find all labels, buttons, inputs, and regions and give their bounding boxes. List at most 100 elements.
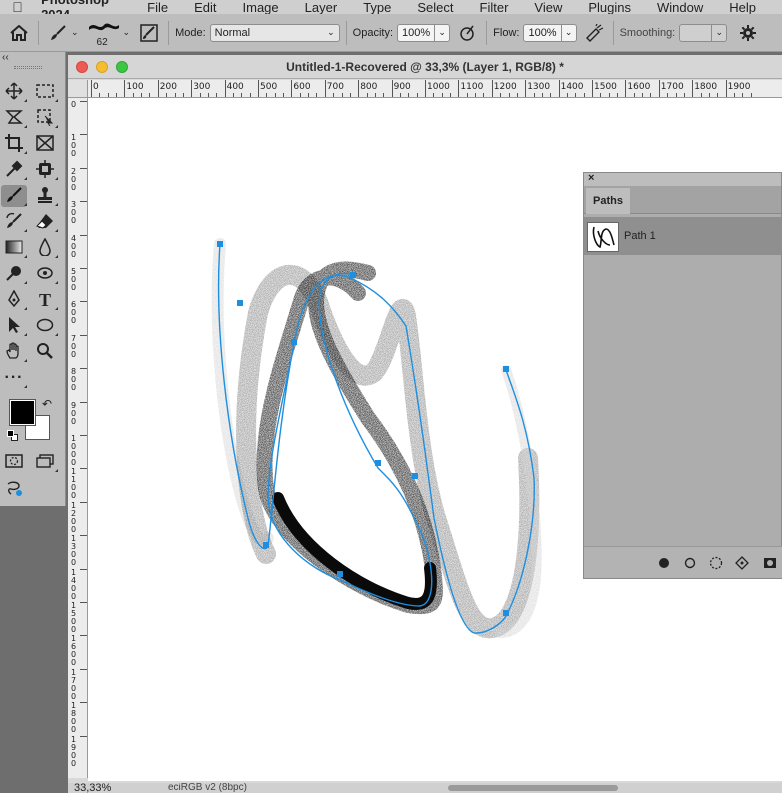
tab-paths[interactable]: Paths: [586, 188, 630, 214]
gear-icon[interactable]: [735, 20, 761, 46]
anchor-point[interactable]: [350, 272, 356, 278]
zoom-level[interactable]: 33,33%: [74, 783, 111, 793]
default-colors-icon[interactable]: [7, 430, 19, 442]
add-mask-icon[interactable]: [762, 555, 778, 571]
panel-grip[interactable]: [14, 66, 42, 69]
brush-tool[interactable]: [1, 185, 27, 207]
load-as-selection-icon[interactable]: [708, 555, 724, 571]
pressure-opacity-icon[interactable]: [454, 20, 480, 46]
chevron-down-icon[interactable]: ⌄: [71, 27, 79, 38]
panel-header[interactable]: ×: [584, 172, 781, 186]
chevron-down-icon[interactable]: ⌄: [562, 27, 576, 38]
frame-tool[interactable]: [32, 133, 58, 155]
marquee-tool[interactable]: [32, 81, 58, 103]
brush-preset-picker[interactable]: 62: [87, 16, 123, 50]
edit-toolbar-button[interactable]: ···: [1, 367, 27, 389]
ruler-tick: [625, 80, 627, 97]
horizontal-scrollbar[interactable]: [448, 785, 618, 791]
shape-tool[interactable]: [32, 315, 58, 337]
chevron-down-icon[interactable]: ⌄: [712, 27, 726, 38]
menu-image[interactable]: Image: [243, 0, 279, 14]
eyedropper-tool[interactable]: [1, 159, 27, 181]
hand-tool[interactable]: [1, 341, 27, 363]
clone-stamp-tool[interactable]: [32, 185, 58, 207]
smudge-tool[interactable]: [32, 263, 58, 285]
collapse-panel-icon[interactable]: ‹‹: [2, 52, 9, 63]
ruler-tick: [358, 80, 360, 97]
menu-view[interactable]: View: [534, 0, 562, 14]
menu-layer[interactable]: Layer: [305, 0, 338, 14]
opacity-value[interactable]: 100%: [398, 24, 436, 41]
smoothing-value[interactable]: [680, 24, 713, 41]
brush-icon[interactable]: [45, 20, 71, 46]
ruler-label: 1400: [71, 567, 77, 601]
chevron-down-icon[interactable]: ⌄: [123, 27, 131, 38]
history-brush-tool[interactable]: [1, 211, 27, 233]
ruler-label: 1500: [594, 82, 617, 92]
gradient-tool[interactable]: [1, 237, 27, 259]
zoom-tool[interactable]: [32, 341, 58, 363]
anchor-point[interactable]: [503, 610, 509, 616]
foreground-color-swatch[interactable]: [9, 399, 36, 426]
menu-edit[interactable]: Edit: [194, 0, 216, 14]
menu-help[interactable]: Help: [729, 0, 756, 14]
close-icon[interactable]: ×: [588, 172, 594, 184]
generative-fill-button[interactable]: [1, 479, 27, 501]
path-selection-tool[interactable]: [1, 315, 27, 337]
pen-tool[interactable]: [1, 288, 27, 311]
ruler-label: 0: [71, 100, 77, 109]
airbrush-icon[interactable]: [581, 20, 607, 46]
menu-window[interactable]: Window: [657, 0, 703, 14]
make-work-path-icon[interactable]: [734, 555, 750, 571]
horizontal-ruler[interactable]: 0 100 200 300 400 500 600 700 800 900 1000 1100 1200…: [88, 80, 782, 98]
anchor-point[interactable]: [263, 542, 269, 548]
fill-path-icon[interactable]: [656, 555, 672, 571]
brush-settings-icon[interactable]: [136, 20, 162, 46]
opacity-field[interactable]: 100% ⌄: [397, 23, 451, 42]
object-selection-tool[interactable]: [32, 107, 58, 129]
chevron-down-icon[interactable]: ⌄: [435, 27, 449, 38]
smoothing-field[interactable]: ⌄: [679, 23, 728, 42]
menu-select[interactable]: Select: [417, 0, 453, 14]
anchor-point[interactable]: [237, 300, 243, 306]
ruler-label: 1000: [71, 434, 77, 467]
quick-mask-button[interactable]: [1, 451, 27, 473]
anchor-point[interactable]: [291, 339, 297, 345]
ruler-origin[interactable]: [68, 80, 88, 98]
anchor-point[interactable]: [375, 460, 381, 466]
home-icon[interactable]: [6, 20, 32, 46]
crop-tool[interactable]: [1, 133, 27, 155]
path-name[interactable]: Path 1: [624, 230, 656, 242]
anchor-point[interactable]: [412, 473, 418, 479]
menu-file[interactable]: File: [147, 0, 168, 14]
mode-dropdown[interactable]: Normal ⌄: [209, 23, 340, 42]
ruler-label: 1100: [71, 467, 77, 501]
anchor-point[interactable]: [217, 241, 223, 247]
stamp-icon: [36, 186, 54, 207]
menu-plugins[interactable]: Plugins: [588, 0, 631, 14]
screen-mode-button[interactable]: [32, 451, 58, 473]
vertical-ruler[interactable]: 0 100 200 300 400 500 600 700 800 900 1000 1100 1200…: [68, 98, 88, 778]
stroke-path-icon[interactable]: [682, 555, 698, 571]
ruler-tick: [80, 468, 87, 470]
menu-type[interactable]: Type: [363, 0, 391, 14]
anchor-point[interactable]: [503, 366, 509, 372]
flow-value[interactable]: 100%: [524, 24, 562, 41]
flow-field[interactable]: 100% ⌄: [523, 23, 577, 42]
move-tool[interactable]: [1, 81, 27, 103]
eraser-tool[interactable]: [32, 211, 58, 233]
color-profile[interactable]: eciRGB v2 (8bpc): [168, 783, 247, 793]
ruler-label: 1400: [560, 82, 584, 92]
blur-tool[interactable]: [32, 236, 58, 259]
ruler-label: 900: [71, 400, 77, 426]
dodge-tool[interactable]: [1, 263, 27, 285]
spot-healing-tool[interactable]: [32, 159, 58, 181]
menu-filter[interactable]: Filter: [480, 0, 509, 14]
apple-icon[interactable]: : [0, 0, 35, 14]
anchor-point[interactable]: [337, 571, 343, 577]
type-tool[interactable]: T: [32, 289, 58, 311]
app-name-menu[interactable]: Photoshop 2024: [41, 0, 129, 14]
path-list-item[interactable]: Path 1: [584, 217, 782, 255]
lasso-tool[interactable]: [1, 107, 27, 129]
swap-colors-icon[interactable]: ↶: [42, 397, 52, 411]
